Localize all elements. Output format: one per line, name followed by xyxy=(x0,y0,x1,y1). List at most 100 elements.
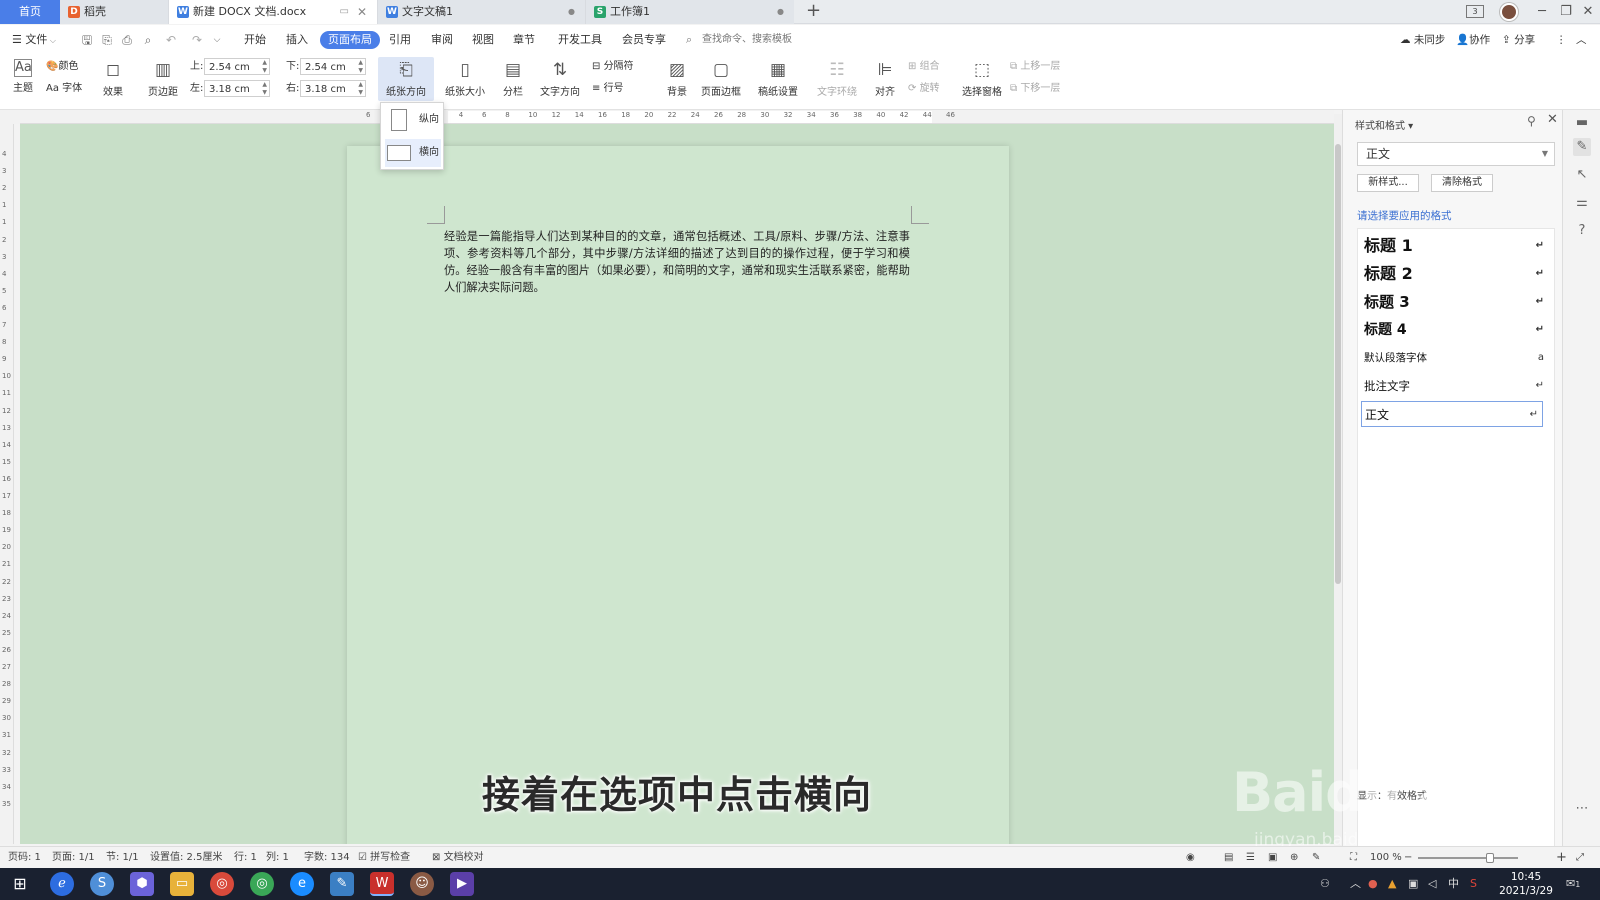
align-button[interactable]: ⊫ 对齐 xyxy=(870,59,900,98)
orientation-portrait-option[interactable]: 纵向 xyxy=(385,106,441,134)
menu-review[interactable]: 审阅 xyxy=(431,31,453,49)
send-backward-button[interactable]: ⧉ 下移一层 xyxy=(1010,80,1060,98)
tab-home[interactable]: 首页 xyxy=(0,0,60,24)
paper-size-button[interactable]: ▯ 纸张大小 xyxy=(440,59,490,98)
menu-page-layout[interactable]: 页面布局 xyxy=(320,31,380,49)
person-app-icon[interactable]: ☺ xyxy=(410,872,434,896)
text-wrap-button[interactable]: ☷ 文字环绕 xyxy=(812,59,862,98)
new-tab-button[interactable]: + xyxy=(806,0,821,24)
pin-icon[interactable]: ⚲ xyxy=(1527,114,1536,128)
margin-left-field[interactable]: 左: 3.18 cm ▲ ▼ xyxy=(190,80,270,97)
people-icon[interactable]: ⚇ xyxy=(1320,868,1330,900)
fit-page-icon[interactable]: ⛶ xyxy=(1350,847,1357,869)
status-word-count[interactable]: 字数: 134 xyxy=(304,847,350,869)
document-page[interactable]: 经验是一篇能指导人们达到某种目的的文章，通常包括概述、工具/原料、步骤/方法、注… xyxy=(347,146,1009,844)
notepad-icon[interactable]: ✎ xyxy=(330,872,354,896)
clear-format-button[interactable]: 清除格式 xyxy=(1431,174,1493,192)
tab-dot-icon[interactable]: ● xyxy=(777,0,784,24)
ime-indicator[interactable]: 中 xyxy=(1448,868,1459,900)
undo-icon[interactable]: ↶ xyxy=(164,33,178,47)
margin-right-field[interactable]: 右: 3.18 cm ▲ ▼ xyxy=(286,80,366,97)
margin-bottom-field[interactable]: 下: 2.54 cm ▲ ▼ xyxy=(286,58,366,75)
separator-button[interactable]: ⊟ 分隔符 xyxy=(592,58,634,76)
spinner-icon[interactable]: ▲ ▼ xyxy=(358,59,363,75)
margin-top-field[interactable]: 上: 2.54 cm ▲ ▼ xyxy=(190,58,270,75)
document-canvas[interactable]: 经验是一篇能指导人们达到某种目的的文章，通常包括概述、工具/原料、步骤/方法、注… xyxy=(20,124,1334,844)
close-panel-icon[interactable]: ✕ xyxy=(1547,112,1558,127)
video-player-icon[interactable]: ▶ xyxy=(450,872,474,896)
effect-button[interactable]: ◻ 效果 xyxy=(96,59,130,98)
collapse-icon[interactable]: ▬ xyxy=(1573,114,1591,132)
zoom-out-icon[interactable]: − xyxy=(1404,847,1412,869)
pen-icon[interactable]: ✎ xyxy=(1573,138,1591,156)
vertical-ruler[interactable]: 4 3 2 1 1 2 3 4 5 6 7 8 9 10 11 12 13 14 15 16 17 18 19 20 21 22 2… xyxy=(0,124,14,844)
style-heading-3[interactable]: 标题 3 ↵ xyxy=(1364,289,1548,315)
file-explorer-icon[interactable]: ▭ xyxy=(170,872,194,896)
sogou-ime-icon[interactable]: S xyxy=(1470,868,1477,900)
selection-pane-button[interactable]: ⬚ 选择窗格 xyxy=(960,59,1004,98)
collapse-ribbon-icon[interactable]: ︿ xyxy=(1576,31,1587,49)
tab-daoke[interactable]: D 稻壳 xyxy=(60,0,168,24)
spinner-icon[interactable]: ▲ ▼ xyxy=(358,81,363,97)
style-comment-text[interactable]: 批注文字 ↵ xyxy=(1364,373,1548,399)
vertical-scrollbar[interactable] xyxy=(1334,114,1342,846)
style-heading-1[interactable]: 标题 1 ↵ xyxy=(1364,233,1548,259)
new-style-button[interactable]: 新样式... xyxy=(1357,174,1419,192)
chrome-2-icon[interactable]: ◎ xyxy=(250,872,274,896)
spinner-icon[interactable]: ▲ ▼ xyxy=(262,59,267,75)
help-icon[interactable]: ? xyxy=(1573,222,1591,240)
volume-icon[interactable]: ◁ xyxy=(1428,868,1436,900)
file-menu[interactable]: ☰ 文件 ⌵ xyxy=(12,31,56,49)
customize-dropdown-icon[interactable]: ⌵ xyxy=(210,33,224,47)
globe-icon[interactable]: ⊕ xyxy=(1290,847,1298,869)
user-avatar[interactable] xyxy=(1500,3,1518,21)
tab-sheet-1[interactable]: S 工作簿1 ● xyxy=(586,0,794,24)
style-heading-4[interactable]: 标题 4 ↵ xyxy=(1364,317,1548,343)
sliders-icon[interactable]: ⚌ xyxy=(1573,194,1591,212)
tab-document-2[interactable]: W 文字文稿1 ● xyxy=(378,0,586,24)
taskbar-clock[interactable]: 10:45 2021/3/29 xyxy=(1494,870,1558,898)
browser-icon[interactable]: ℯ xyxy=(50,872,74,896)
web-view-icon[interactable]: ▣ xyxy=(1268,847,1277,869)
monitor-icon[interactable]: ▭ xyxy=(340,0,349,24)
status-column[interactable]: 列: 1 xyxy=(266,847,289,869)
menu-developer[interactable]: 开发工具 xyxy=(558,31,602,49)
menu-member[interactable]: 会员专享 xyxy=(622,31,666,49)
columns-button[interactable]: ▤ 分栏 xyxy=(496,59,530,98)
save-icon[interactable]: 🖫 xyxy=(80,33,94,47)
page-border-button[interactable]: ▢ 页面边框 xyxy=(700,59,742,98)
windows-start-icon[interactable]: ⊞ xyxy=(8,872,32,896)
eye-icon[interactable]: ◉ xyxy=(1186,847,1195,869)
tray-app-icon[interactable]: ● xyxy=(1368,868,1378,900)
format-painter-icon[interactable]: ⎘ xyxy=(100,33,114,47)
zoom-level[interactable]: 100 % xyxy=(1370,847,1402,869)
status-row[interactable]: 行: 1 xyxy=(234,847,257,869)
current-style-select[interactable]: 正文 ▼ xyxy=(1357,142,1555,166)
chrome-icon[interactable]: ◎ xyxy=(210,872,234,896)
tray-app-2-icon[interactable]: ▲ xyxy=(1388,868,1396,900)
search-app-icon[interactable]: S xyxy=(90,872,114,896)
line-numbers-button[interactable]: ≡ 行号 xyxy=(592,80,624,98)
menu-references[interactable]: 引用 xyxy=(389,31,411,49)
notification-icon[interactable]: ✉1 xyxy=(1566,868,1580,900)
spinner-icon[interactable]: ▲ ▼ xyxy=(262,81,267,97)
wps-icon[interactable]: W xyxy=(370,872,394,896)
collab-button[interactable]: 👤协作 xyxy=(1456,31,1490,49)
bring-forward-button[interactable]: ⧉ 上移一层 xyxy=(1010,58,1060,76)
rotate-button[interactable]: ⟳ 旋转 xyxy=(908,80,940,98)
status-section[interactable]: 节: 1/1 xyxy=(106,847,139,869)
page-view-icon[interactable]: ▤ xyxy=(1224,847,1233,869)
pen-mode-icon[interactable]: ✎ xyxy=(1312,847,1320,869)
group-button[interactable]: ⊞ 组合 xyxy=(908,58,940,76)
horizontal-ruler[interactable]: 6422468101214161820222426283032343638404… xyxy=(20,110,1334,124)
tab-active-document[interactable]: W 新建 DOCX 文档.docx ▭ ✕ xyxy=(168,0,378,24)
zoom-slider[interactable] xyxy=(1418,857,1518,859)
scrollbar-thumb[interactable] xyxy=(1335,144,1341,584)
edge-icon[interactable]: e xyxy=(290,872,314,896)
command-search[interactable]: ⌕ 查找命令、搜索模板 xyxy=(686,31,792,49)
cursor-icon[interactable]: ↖ xyxy=(1573,166,1591,184)
spell-check-button[interactable]: ☑ 拼写检查 xyxy=(358,847,410,869)
hex-app-icon[interactable]: ⬢ xyxy=(130,872,154,896)
grid-paper-button[interactable]: ▦ 稿纸设置 xyxy=(756,59,800,98)
background-button[interactable]: ▨ 背景 xyxy=(660,59,694,98)
